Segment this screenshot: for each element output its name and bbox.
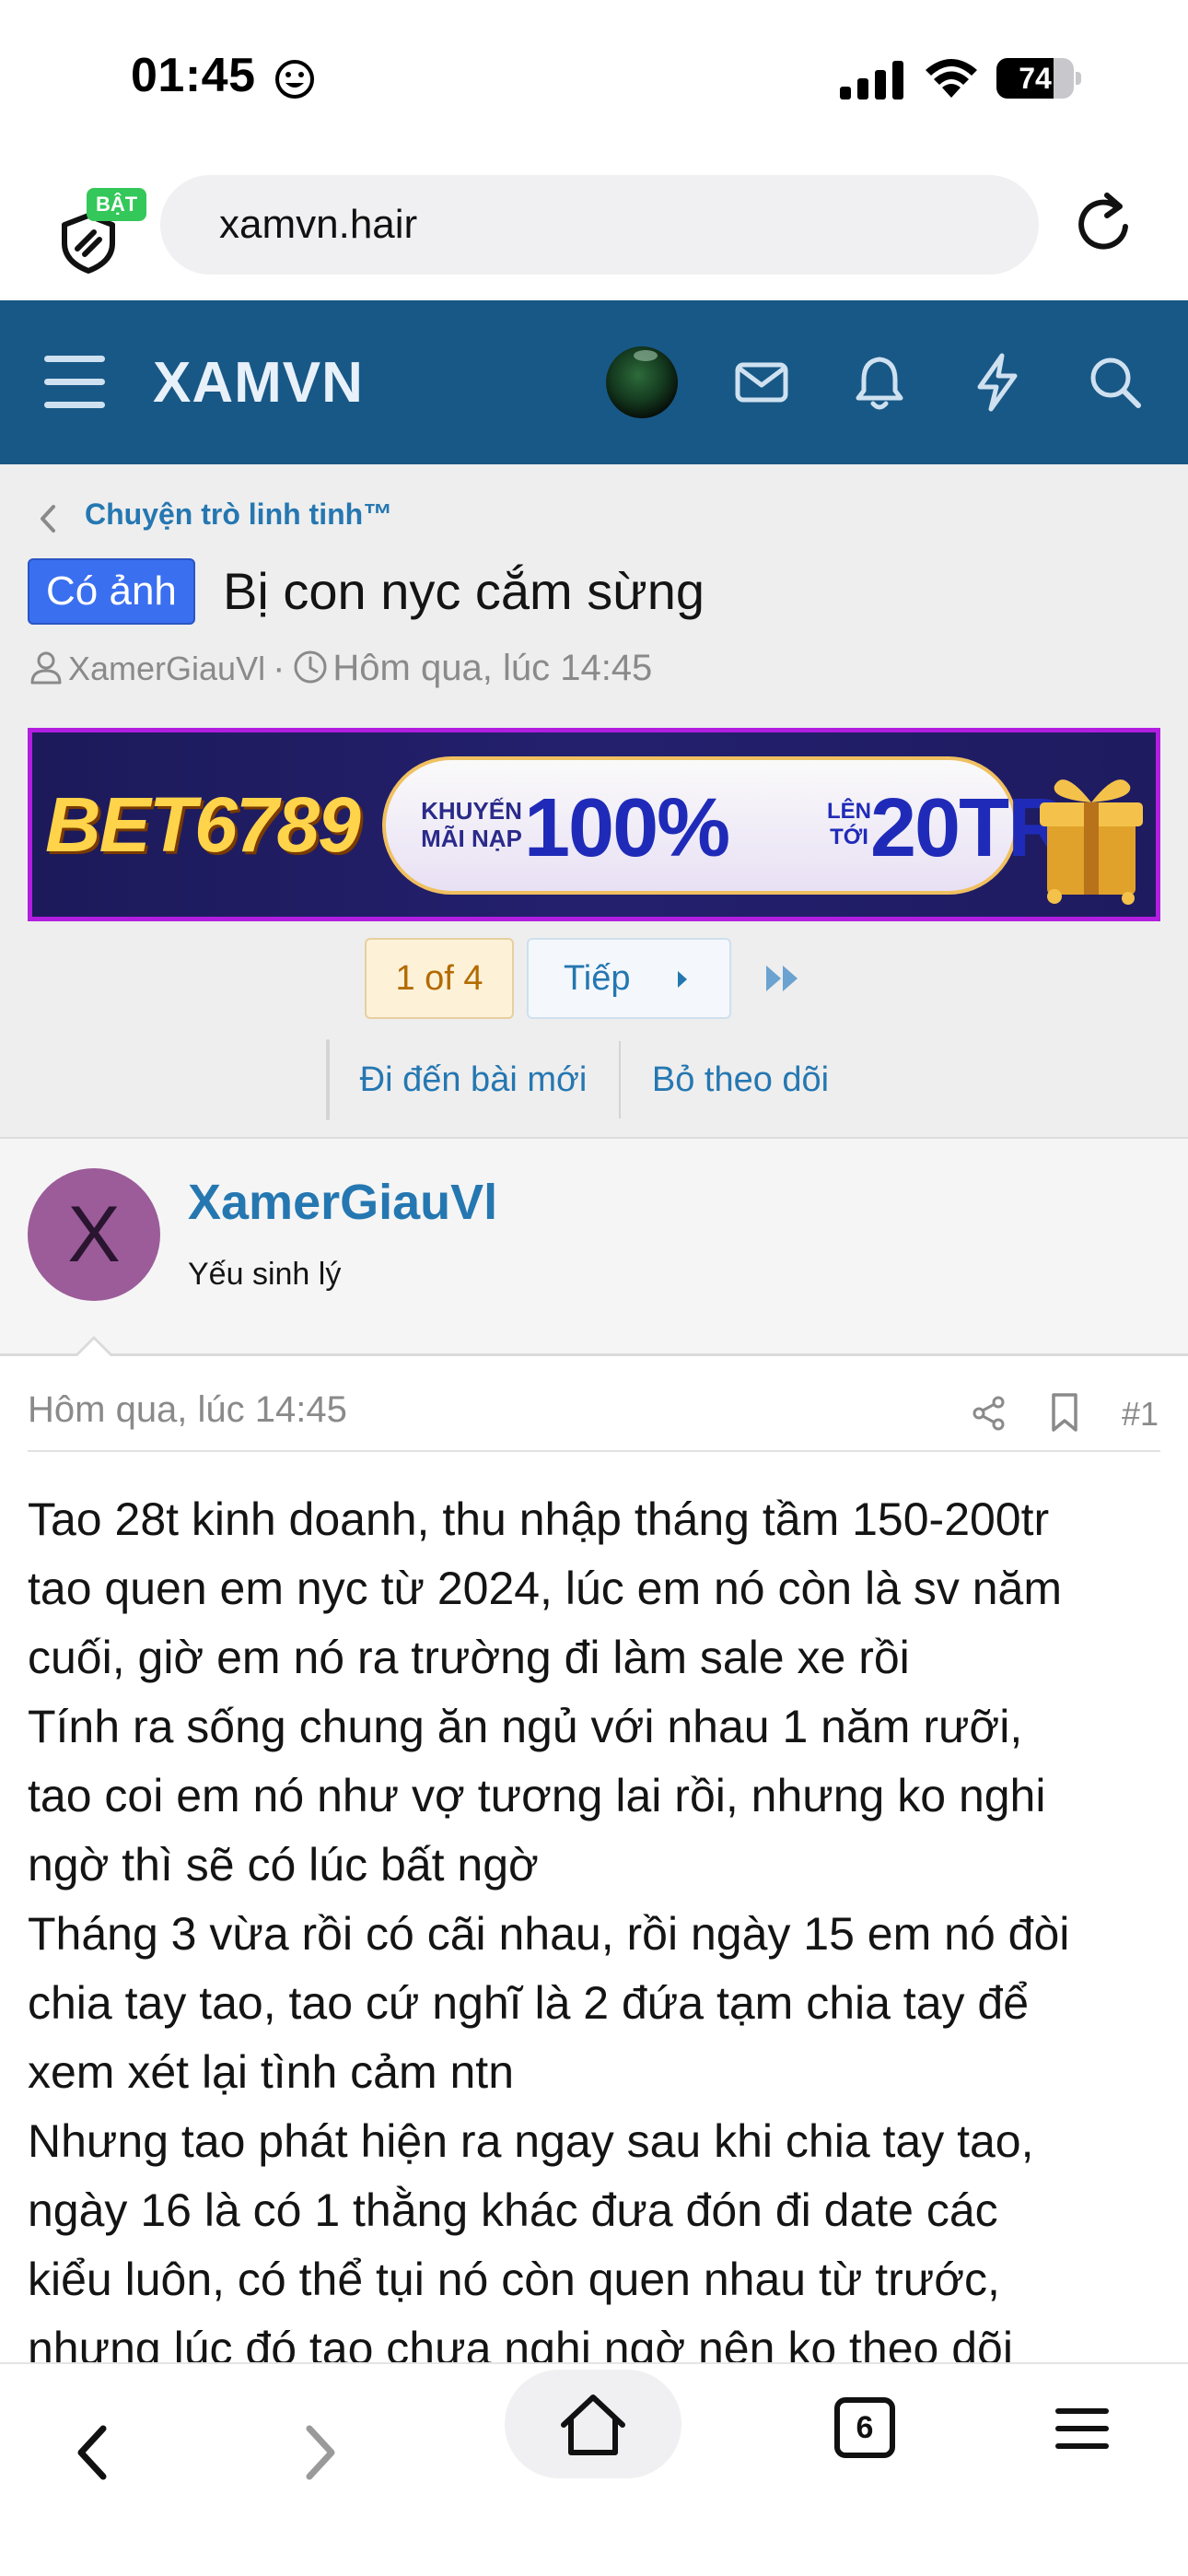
post-line: nhưng lúc đó tao chưa nghi ngờ nên ko th…: [28, 2323, 1013, 2362]
post-line: Tháng 3 vừa rồi có cãi nhau, rồi ngày 15…: [28, 1908, 1070, 1960]
thread-date[interactable]: Hôm qua, lúc 14:45: [332, 648, 652, 688]
clock-icon: [294, 650, 327, 684]
url-field[interactable]: xamvn.hair: [160, 175, 1039, 275]
promo-percent: 100%: [524, 782, 730, 874]
status-time: 01:45: [131, 49, 256, 102]
post-number[interactable]: #1: [1122, 1395, 1159, 1434]
breadcrumb[interactable]: Chuyện trò linh tinh™: [85, 498, 392, 532]
post-username[interactable]: XamerGiauVl: [188, 1174, 497, 1231]
promo-upto-label: LÊN TỚI: [827, 799, 871, 849]
unwatch-button[interactable]: Bỏ theo dõi: [623, 1041, 858, 1118]
post-line: Tao 28t kinh doanh, thu nhập tháng tầm 1…: [28, 1493, 1050, 1545]
banner-logo: BET6789: [45, 781, 361, 868]
shield-icon: [62, 213, 115, 274]
post-line: Tính ra sống chung ăn ngủ với nhau 1 năm…: [28, 1701, 1023, 1752]
post-line: chia tay tao, tao cứ nghĩ là 2 đứa tạm c…: [28, 1977, 1030, 2029]
forward-icon[interactable]: [297, 2419, 344, 2486]
post-divider: [28, 1450, 1160, 1452]
page-title: Bị con nyc cắm sừng: [223, 562, 705, 620]
avatar[interactable]: X: [28, 1168, 160, 1301]
post-line: tao coi em nó như vợ tương lai rồi, nhưn…: [28, 1770, 1046, 1821]
privacy-shield-button[interactable]: BẬT: [53, 175, 147, 274]
url-text: xamvn.hair: [219, 202, 418, 247]
chevron-left-icon[interactable]: [37, 503, 57, 534]
current-page[interactable]: 1 of 4: [365, 938, 514, 1019]
post-line: kiểu luôn, có thể tụi nó còn quen nhau t…: [28, 2254, 1000, 2305]
shield-status-badge: BẬT: [87, 188, 147, 221]
thread-author[interactable]: XamerGiauVl: [68, 650, 265, 687]
post-user-block: X XamerGiauVl Yếu sinh lý: [0, 1139, 1188, 1359]
post-body: Tao 28t kinh doanh, thu nhập tháng tầm 1…: [28, 1485, 1170, 2362]
post-line: tao quen em nyc từ 2024, lúc em nó còn l…: [28, 1563, 1062, 1614]
cellular-signal-icon: [840, 61, 903, 100]
browser-toolbar: 6: [0, 2362, 1188, 2576]
post-content: Hôm qua, lúc 14:45 #1 Tao 28t kinh doanh…: [0, 1356, 1188, 2362]
home-icon[interactable]: [558, 2392, 628, 2458]
meta-separator: ·: [273, 648, 285, 688]
gift-box-icon: [1040, 779, 1143, 905]
browser-address-bar: BẬT xamvn.hair: [0, 157, 1188, 300]
caret-right-icon: [678, 971, 687, 988]
site-header: XAMVN: [0, 300, 1188, 464]
next-page-label: Tiếp: [564, 959, 631, 998]
smiley-icon: [275, 60, 314, 99]
post-line: Nhưng tao phát hiện ra ngay sau khi chia…: [28, 2115, 1034, 2167]
battery-indicator: 74: [996, 58, 1081, 99]
menu-icon[interactable]: [44, 356, 105, 409]
search-icon[interactable]: [1083, 350, 1147, 415]
menu-icon[interactable]: [1055, 2408, 1109, 2449]
post-line: xem xét lại tình cảm ntn: [28, 2046, 515, 2098]
post-date[interactable]: Hôm qua, lúc 14:45: [28, 1389, 347, 1431]
goto-new-post-button[interactable]: Đi đến bài mới: [328, 1041, 621, 1118]
mail-icon[interactable]: [729, 350, 794, 415]
avatar[interactable]: [606, 346, 678, 418]
thread-header: Chuyện trò linh tinh™ Có ảnh Bị con nyc …: [0, 464, 1188, 1139]
bell-icon[interactable]: [847, 350, 912, 415]
post-line: ngày 16 là có 1 thằng khác đưa đón đi da…: [28, 2184, 998, 2236]
ad-banner[interactable]: BET6789 KHUYẾN MÃI NẠP 100% LÊN TỚI 20TR: [28, 728, 1160, 921]
tabs-button[interactable]: 6: [834, 2397, 895, 2458]
site-logo[interactable]: XAMVN: [153, 350, 364, 416]
thread-prefix-badge[interactable]: Có ảnh: [28, 558, 195, 625]
status-bar: 01:45 74: [0, 0, 1188, 157]
battery-percent: 74: [1019, 62, 1052, 95]
thread-meta: XamerGiauVl · Hôm qua, lúc 14:45: [28, 645, 652, 691]
post-line: ngờ thì sẽ có lúc bất ngờ: [28, 1839, 539, 1891]
lightning-icon[interactable]: [965, 350, 1030, 415]
back-icon[interactable]: [68, 2419, 116, 2486]
banner-promo: KHUYẾN MÃI NẠP 100% LÊN TỚI 20TR: [382, 756, 1067, 895]
share-icon[interactable]: [971, 1395, 1007, 1432]
last-page-icon[interactable]: [763, 962, 803, 995]
bookmark-icon[interactable]: [1048, 1391, 1081, 1434]
wifi-icon: [926, 59, 977, 98]
user-title: Yếu sinh lý: [188, 1257, 342, 1292]
next-page-button[interactable]: Tiếp: [527, 938, 731, 1019]
reload-icon[interactable]: [1072, 190, 1138, 260]
post-line: cuối, giờ em nó ra trường đi làm sale xe…: [28, 1632, 910, 1683]
promo-label: KHUYẾN MÃI NẠP: [421, 797, 522, 852]
thread-actions: Đi đến bài mới Bỏ theo dõi: [326, 1039, 829, 1120]
user-icon: [30, 651, 62, 685]
